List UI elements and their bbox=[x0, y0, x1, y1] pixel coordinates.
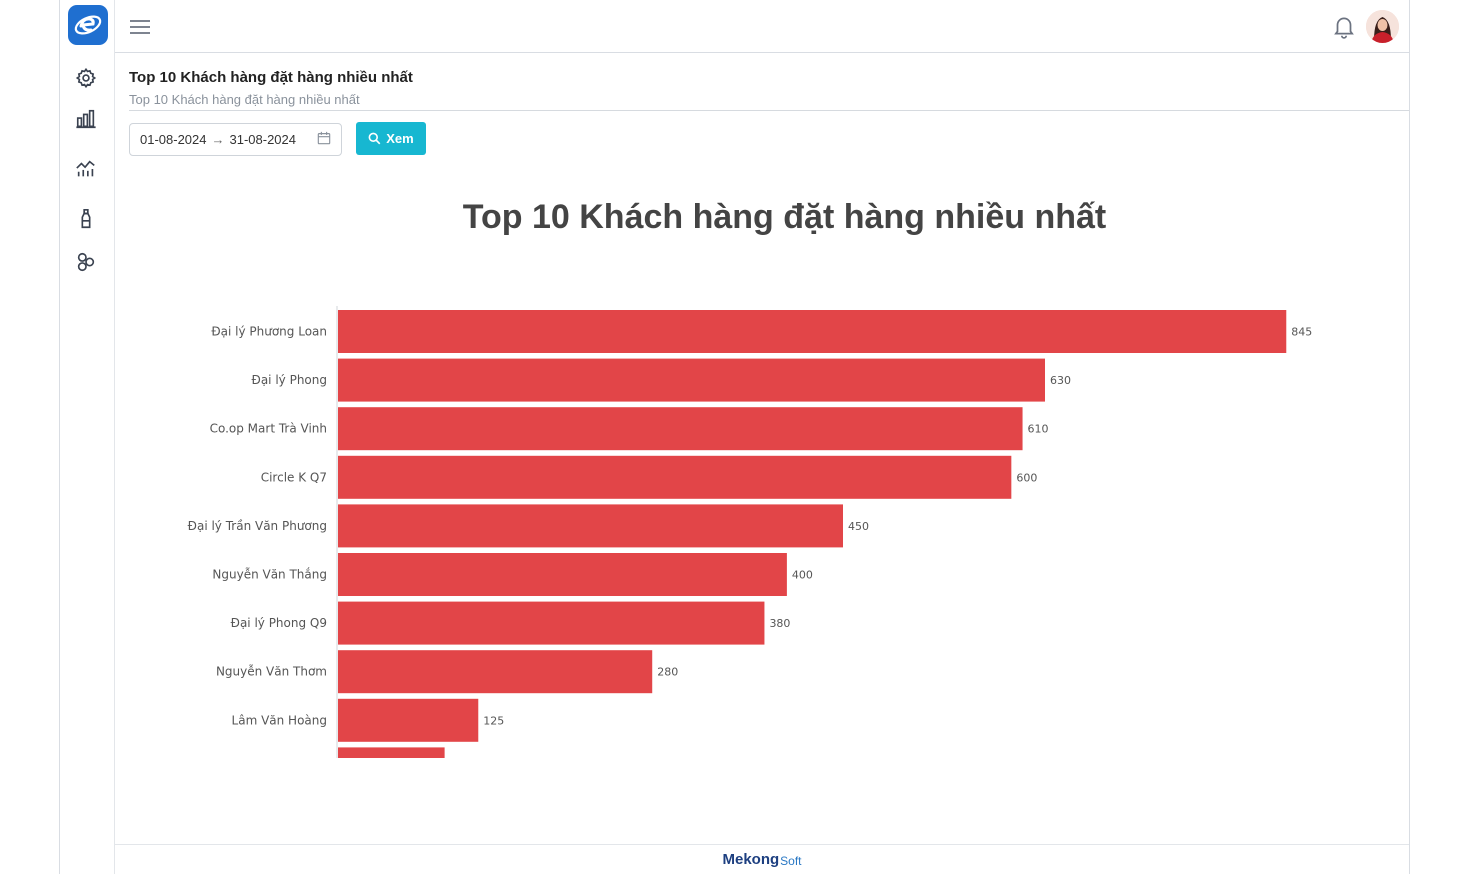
notifications-button[interactable] bbox=[1331, 13, 1357, 39]
data-label-3: 600 bbox=[1016, 471, 1037, 484]
view-button[interactable]: Xem bbox=[356, 122, 426, 155]
category-label-4: Đại lý Trần Văn Phương bbox=[188, 519, 327, 533]
category-label-3: Circle K Q7 bbox=[261, 470, 327, 484]
footer: Mekong Soft bbox=[115, 844, 1409, 874]
bar-7[interactable] bbox=[338, 650, 653, 694]
sidebar-item-products[interactable] bbox=[74, 207, 98, 231]
gear-icon bbox=[75, 67, 97, 89]
page-subtitle: Top 10 Khách hàng đặt hàng nhiều nhất bbox=[129, 92, 360, 107]
date-range-picker[interactable]: 01-08-2024 → 31-08-2024 bbox=[129, 123, 342, 156]
page-title: Top 10 Khách hàng đặt hàng nhiều nhất bbox=[129, 69, 413, 86]
main-content: Top 10 Khách hàng đặt hàng nhiều nhất To… bbox=[115, 53, 1409, 844]
date-to[interactable]: 31-08-2024 bbox=[230, 132, 297, 147]
category-label-0: Đại lý Phương Loan bbox=[211, 325, 327, 339]
sidebar-item-analytics[interactable] bbox=[74, 157, 98, 181]
line-chart-icon bbox=[76, 160, 95, 177]
search-icon bbox=[368, 132, 381, 145]
bar-8[interactable] bbox=[338, 698, 479, 742]
app-logo[interactable] bbox=[68, 5, 108, 45]
category-label-5: Nguyễn Văn Thắng bbox=[212, 568, 327, 582]
data-label-1: 630 bbox=[1050, 374, 1071, 387]
hamburger-icon bbox=[130, 20, 150, 34]
calendar-icon bbox=[317, 131, 331, 148]
bar-6[interactable] bbox=[338, 601, 765, 645]
data-label-0: 845 bbox=[1291, 326, 1312, 339]
data-label-4: 450 bbox=[848, 520, 869, 533]
bar-4[interactable] bbox=[338, 504, 843, 548]
bar-chart: Đại lý Phương Loan 845 Đại lý Phong 630 Co.o… bbox=[188, 306, 1312, 758]
bar-0[interactable] bbox=[338, 310, 1287, 353]
sidebar-item-integrations[interactable] bbox=[74, 250, 98, 274]
data-label-2: 610 bbox=[1028, 423, 1049, 436]
bar-chart-icon bbox=[76, 109, 96, 129]
bar-5[interactable] bbox=[338, 553, 787, 596]
view-button-label: Xem bbox=[386, 131, 414, 146]
bar-2[interactable] bbox=[338, 407, 1023, 451]
user-avatar[interactable] bbox=[1366, 10, 1399, 43]
bar-1[interactable] bbox=[338, 358, 1045, 402]
category-label-7: Nguyễn Văn Thơm bbox=[216, 665, 327, 679]
menu-toggle-button[interactable] bbox=[129, 18, 151, 36]
date-from[interactable]: 01-08-2024 bbox=[140, 132, 207, 147]
sidebar-item-settings[interactable] bbox=[74, 66, 98, 90]
data-label-8: 125 bbox=[483, 714, 504, 727]
category-label-8: Lâm Văn Hoàng bbox=[232, 713, 327, 727]
app-frame: Top 10 Khách hàng đặt hàng nhiều nhất To… bbox=[59, 0, 1410, 874]
footer-brand-sub: Soft bbox=[780, 854, 802, 868]
e-logo-icon bbox=[74, 15, 102, 35]
sidebar bbox=[60, 0, 115, 874]
category-label-6: Đại lý Phong Q9 bbox=[231, 616, 327, 630]
category-label-1: Đại lý Phong bbox=[252, 373, 327, 387]
top-bar bbox=[115, 0, 1409, 53]
date-separator: → bbox=[211, 132, 225, 147]
footer-brand-main: Mekong bbox=[722, 851, 780, 868]
category-label-2: Co.op Mart Trà Vinh bbox=[210, 422, 327, 436]
chart-title: Top 10 Khách hàng đặt hàng nhiều nhất bbox=[462, 198, 1107, 236]
data-label-6: 380 bbox=[769, 617, 790, 630]
data-label-7: 280 bbox=[657, 666, 678, 679]
user-photo-icon bbox=[1366, 10, 1399, 43]
circles-icon bbox=[77, 252, 95, 272]
bar-3[interactable] bbox=[338, 455, 1012, 499]
title-divider bbox=[129, 110, 1409, 111]
bell-icon bbox=[1334, 17, 1354, 39]
bottle-icon bbox=[81, 209, 91, 229]
sidebar-item-reports[interactable] bbox=[74, 107, 98, 131]
bar-9[interactable] bbox=[338, 747, 445, 758]
data-label-5: 400 bbox=[792, 569, 813, 582]
